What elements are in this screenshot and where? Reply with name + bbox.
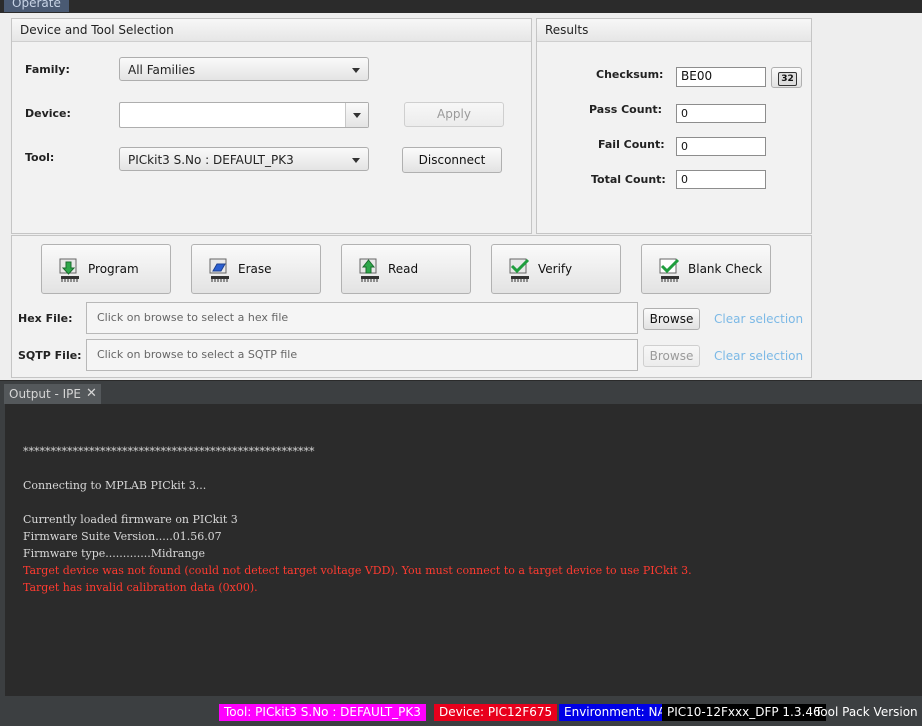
read-button[interactable]: Read — [341, 244, 471, 294]
output-error-line: Target has invalid calibration data (0x0… — [23, 581, 258, 594]
program-label: Program — [88, 262, 139, 276]
apply-button[interactable]: Apply — [404, 102, 504, 127]
sqtp-file-label: SQTP File: — [18, 349, 82, 362]
family-select-value: All Families — [128, 63, 196, 77]
chevron-down-icon — [352, 68, 360, 73]
results-panel-title: Results — [537, 19, 811, 42]
top-strip — [0, 0, 922, 13]
program-icon — [59, 258, 79, 282]
program-button[interactable]: Program — [41, 244, 171, 294]
hex-file-label: Hex File: — [18, 312, 73, 325]
output-line: Currently loaded firmware on PICkit 3 — [23, 513, 238, 526]
tool-select[interactable]: PICkit3 S.No : DEFAULT_PK3 — [119, 147, 369, 171]
device-dropdown-button[interactable] — [345, 103, 368, 127]
hex-file-field[interactable]: Click on browse to select a hex file — [86, 302, 638, 334]
output-line: Connecting to MPLAB PICkit 3... — [23, 479, 207, 492]
hex-clear-selection-link[interactable]: Clear selection — [714, 312, 803, 326]
status-tool-pack-version: Tool Pack Version: L — [815, 705, 917, 719]
output-line: Firmware type.............Midrange — [23, 547, 205, 560]
output-error-line: Target device was not found (could not d… — [23, 564, 692, 577]
status-dfp: PIC10-12Fxxx_DFP 1.3.46 — [662, 704, 826, 721]
chevron-down-icon — [353, 113, 361, 118]
checksum-field: BE00 — [676, 67, 766, 87]
device-tool-panel-title: Device and Tool Selection — [12, 19, 531, 42]
disconnect-button[interactable]: Disconnect — [402, 147, 502, 173]
tab-operate[interactable]: Operate — [4, 0, 69, 12]
output-line: ****************************************… — [23, 445, 315, 458]
tool-select-value: PICkit3 S.No : DEFAULT_PK3 — [128, 153, 294, 167]
fail-count-field: 0 — [676, 137, 766, 156]
hex-browse-button[interactable]: Browse — [643, 308, 700, 330]
erase-button[interactable]: Erase — [191, 244, 321, 294]
sqtp-file-field[interactable]: Click on browse to select a SQTP file — [86, 339, 638, 371]
sqtp-browse-button[interactable]: Browse — [643, 345, 700, 367]
checksum-label: Checksum: — [596, 68, 664, 81]
status-tool: Tool: PICkit3 S.No : DEFAULT_PK3 — [219, 704, 426, 721]
read-label: Read — [388, 262, 419, 276]
results-panel: Results — [536, 18, 812, 234]
erase-label: Erase — [238, 262, 272, 276]
fail-count-label: Fail Count: — [598, 138, 665, 151]
verify-check-icon — [509, 258, 530, 282]
status-device: Device: PIC12F675 — [434, 704, 558, 721]
verify-label: Verify — [538, 262, 573, 276]
family-label: Family: — [25, 63, 70, 76]
erase-icon — [209, 258, 229, 282]
output-console[interactable]: ****************************************… — [5, 404, 922, 696]
blank-check-button[interactable]: Blank Check — [641, 244, 771, 294]
close-icon[interactable]: ✕ — [86, 386, 97, 402]
tool-label: Tool: — [25, 151, 55, 164]
output-tab-bar — [0, 380, 922, 405]
device-combo[interactable] — [119, 102, 369, 128]
family-select[interactable]: All Families — [119, 57, 369, 81]
read-icon — [359, 258, 379, 282]
blank-check-icon — [659, 258, 680, 282]
blank-check-label: Blank Check — [688, 262, 763, 276]
device-label: Device: — [25, 107, 71, 120]
output-line: Firmware Suite Version.....01.56.07 — [23, 530, 222, 543]
pass-count-field: 0 — [676, 104, 766, 123]
checksum-32bit-button[interactable]: 32 — [771, 67, 802, 88]
pass-count-label: Pass Count: — [589, 103, 663, 116]
checksum-32-badge: 32 — [778, 72, 797, 86]
sqtp-clear-selection-link[interactable]: Clear selection — [714, 349, 803, 363]
chevron-down-icon — [352, 158, 360, 163]
status-environment: Environment: NA — [559, 704, 671, 721]
total-count-field: 0 — [676, 170, 766, 189]
verify-button[interactable]: Verify — [491, 244, 621, 294]
total-count-label: Total Count: — [591, 173, 666, 186]
